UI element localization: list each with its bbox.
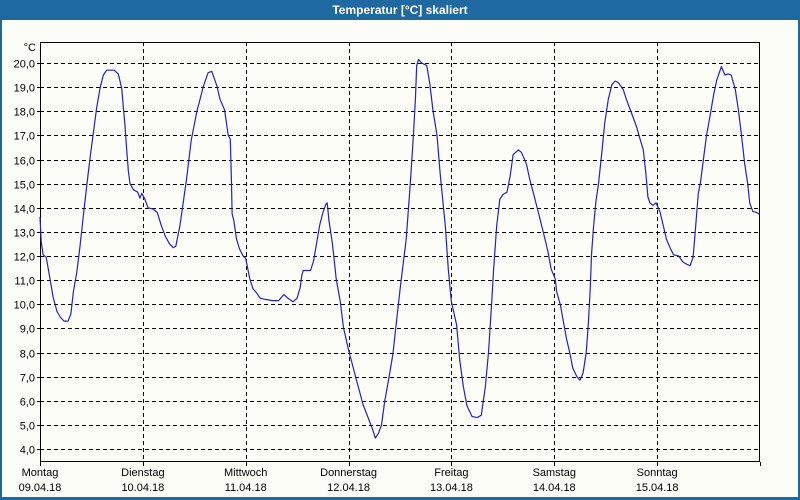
x-axis-day-label: Montag xyxy=(22,467,59,479)
x-axis-date-label: 10.04.18 xyxy=(121,482,164,494)
y-axis-label: 15,0 xyxy=(14,180,35,192)
x-axis-day-label: Dienstag xyxy=(121,467,164,479)
chart-content: 20,0 19,0 18,0 17,0 16,0 15,0 14,0 13,0 12,0 11,0… xyxy=(2,20,798,497)
y-axis-label: 17,0 xyxy=(14,131,35,143)
y-axis-unit-label: °C xyxy=(24,42,36,54)
y-axis-label: 4,0 xyxy=(20,445,35,457)
x-axis-day-label: Samstag xyxy=(533,467,576,479)
y-axis-label: 7,0 xyxy=(20,373,35,385)
window-titlebar[interactable]: Temperatur [°C] skaliert xyxy=(0,0,800,20)
y-axis-label: 20,0 xyxy=(14,59,35,71)
y-axis-label: 13,0 xyxy=(14,228,35,240)
x-axis-day-label: Freitag xyxy=(434,467,468,479)
x-axis-day-label: Donnerstag xyxy=(320,467,377,479)
x-axis-date-label: 15.04.18 xyxy=(636,482,679,494)
x-axis-date-label: 14.04.18 xyxy=(533,482,576,494)
y-axis-label: 14,0 xyxy=(14,204,35,216)
y-axis-label: 9,0 xyxy=(20,324,35,336)
x-axis-date-label: 13.04.18 xyxy=(430,482,473,494)
x-axis-day-label: Mittwoch xyxy=(224,467,267,479)
x-axis-date-label: 11.04.18 xyxy=(225,482,267,494)
plot-border xyxy=(40,42,760,462)
y-axis-label: 19,0 xyxy=(14,83,35,95)
y-axis-label: 6,0 xyxy=(20,397,35,409)
temperature-chart: 20,0 19,0 18,0 17,0 16,0 15,0 14,0 13,0 12,0 11,0… xyxy=(14,42,761,494)
y-axis-label: 10,0 xyxy=(14,300,35,312)
y-axis-label: 18,0 xyxy=(14,107,35,119)
y-axis-label: 8,0 xyxy=(20,349,35,361)
y-axis-label: 16,0 xyxy=(14,156,35,168)
y-axis-label: 11,0 xyxy=(14,276,35,288)
chart-window: Temperatur [°C] skaliert 20,0 19,0 18,0 17,… xyxy=(0,0,800,500)
temperature-line xyxy=(39,58,760,439)
y-axis-label: 5,0 xyxy=(20,421,35,433)
x-axis-date-label: 09.04.18 xyxy=(19,482,62,494)
window-title: Temperatur [°C] skaliert xyxy=(332,3,468,17)
x-axis-day-label: Sonntag xyxy=(637,467,678,479)
y-axis-label: 12,0 xyxy=(14,252,35,264)
x-axis-date-label: 12.04.18 xyxy=(327,482,370,494)
